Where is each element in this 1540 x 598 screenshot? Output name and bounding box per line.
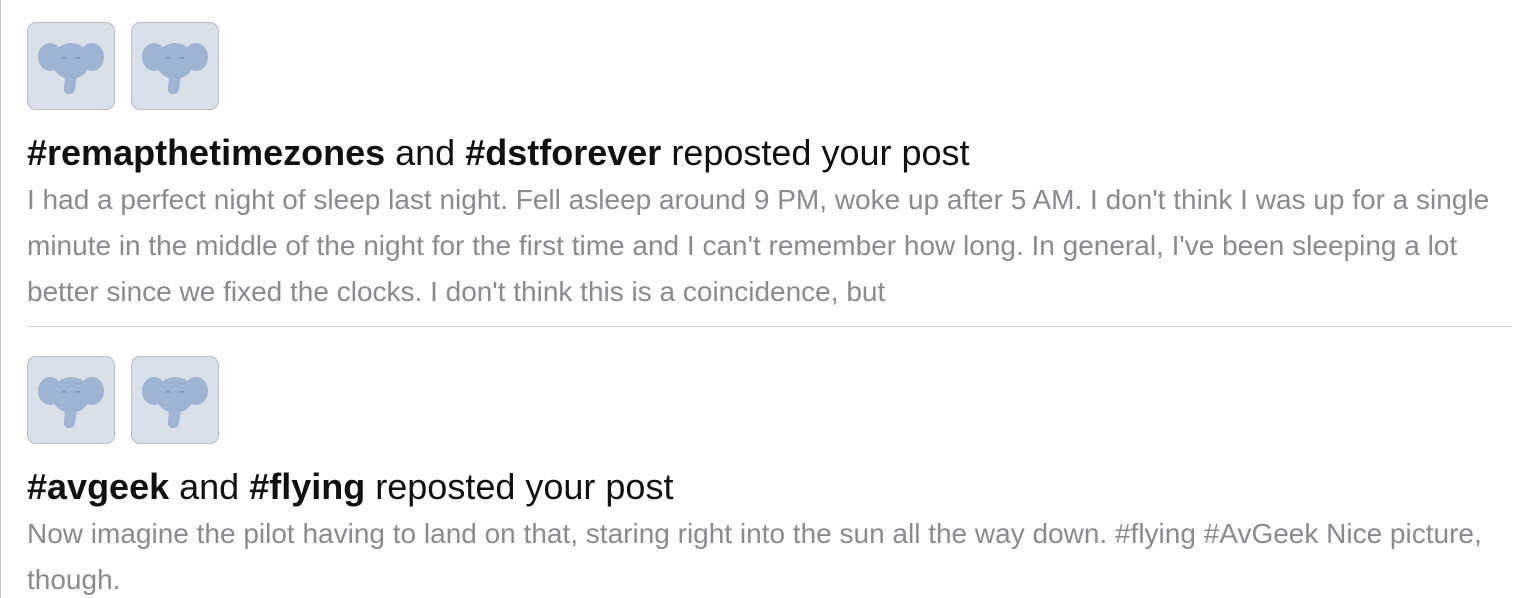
notification-item[interactable]: #remapthetimezones and #dstforever repos…	[27, 22, 1512, 315]
left-border	[0, 0, 1, 598]
notification-item[interactable]: #avgeek and #flying reposted your post N…	[27, 356, 1512, 598]
avatar[interactable]	[131, 22, 219, 110]
hashtag-actor[interactable]: #flying	[249, 466, 365, 507]
avatar-group	[27, 22, 1512, 110]
hashtag-actor[interactable]: #remapthetimezones	[27, 132, 385, 173]
avatar[interactable]	[27, 22, 115, 110]
hashtag-actor[interactable]: #dstforever	[465, 132, 661, 173]
action-text: reposted your post	[375, 466, 674, 507]
post-excerpt[interactable]: I had a perfect night of sleep last nigh…	[27, 177, 1512, 315]
elephant-avatar-icon	[142, 377, 208, 429]
action-text: reposted your post	[671, 132, 970, 173]
elephant-avatar-icon	[142, 43, 208, 95]
hashtag-actor[interactable]: #avgeek	[27, 466, 169, 507]
post-excerpt[interactable]: Now imagine the pilot having to land on …	[27, 511, 1512, 598]
notification-headline: #remapthetimezones and #dstforever repos…	[27, 131, 1512, 175]
conjunction-text: and	[179, 466, 240, 507]
notification-headline: #avgeek and #flying reposted your post	[27, 465, 1512, 509]
avatar-group	[27, 356, 1512, 444]
elephant-avatar-icon	[38, 43, 104, 95]
conjunction-text: and	[395, 132, 456, 173]
avatar[interactable]	[27, 356, 115, 444]
elephant-avatar-icon	[38, 377, 104, 429]
divider	[27, 326, 1512, 327]
avatar[interactable]	[131, 356, 219, 444]
